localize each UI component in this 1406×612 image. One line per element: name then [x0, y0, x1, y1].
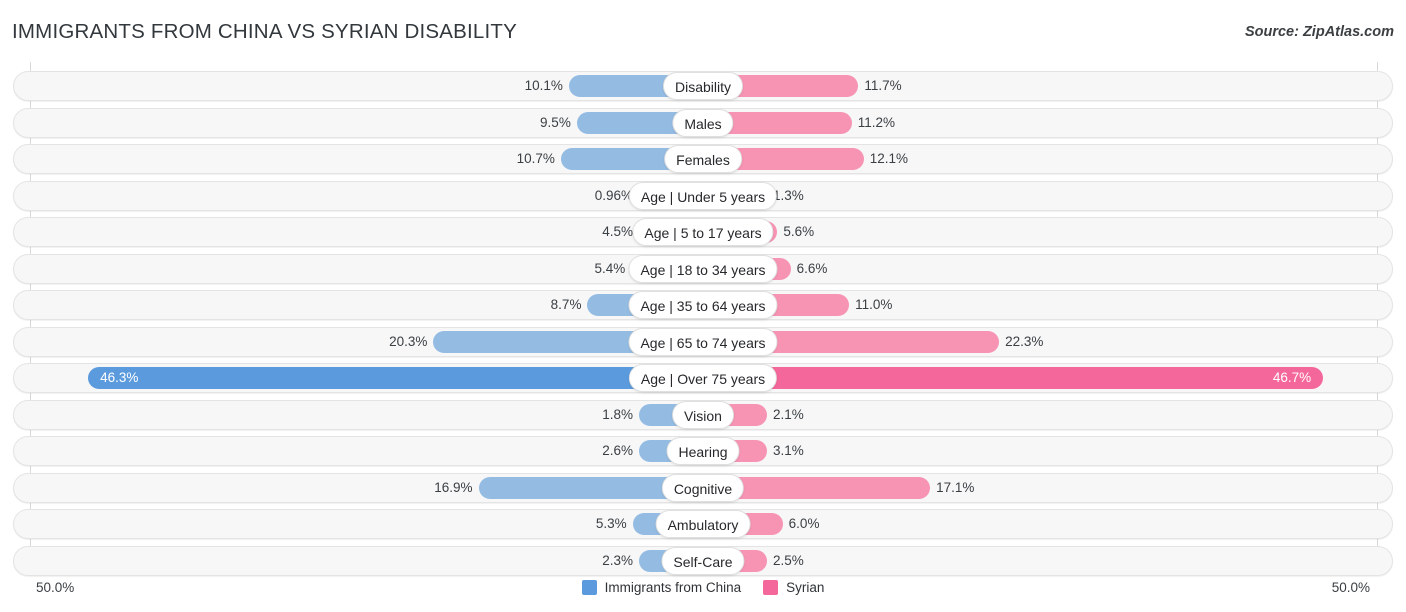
category-label-pill[interactable]: Age | 65 to 74 years — [628, 327, 778, 356]
value-label-china: 20.3% — [389, 333, 428, 349]
category-label-pill[interactable]: Age | Under 5 years — [628, 181, 778, 210]
value-label-china: 8.7% — [550, 297, 582, 312]
value-label-syrian: 6.6% — [796, 260, 828, 276]
category-label-pill[interactable]: Males — [672, 108, 734, 137]
category-label-pill[interactable]: Females — [664, 145, 742, 173]
source-attribution: Source: ZipAtlas.com — [1244, 24, 1394, 40]
category-label-pill[interactable]: Age | 35 to 64 years — [628, 291, 778, 319]
legend-item-china[interactable]: Immigrants from China — [581, 580, 742, 595]
chart-row: 16.9% 17.1% Cognitive — [13, 472, 1393, 503]
square-swatch-icon — [581, 580, 597, 595]
chart-row: 0.96% 1.3% Age | Under 5 years — [13, 180, 1393, 211]
value-label-syrian: 17.1% — [936, 479, 975, 495]
value-label-syrian: 2.1% — [773, 406, 804, 422]
page-title: IMMIGRANTS FROM CHINA VS SYRIAN DISABILI… — [12, 20, 518, 43]
value-label-syrian: 6.0% — [788, 516, 820, 531]
chart-footer: 50.0% 50.0% Immigrants from China Syrian — [0, 572, 1406, 612]
legend-label-china: Immigrants from China — [604, 580, 742, 595]
chart-row: 2.6% 3.1% Hearing — [13, 436, 1393, 466]
chart-row: 9.5% 11.2% Males — [13, 107, 1393, 138]
value-label-syrian: 2.5% — [773, 552, 804, 568]
chart-page: IMMIGRANTS FROM CHINA VS SYRIAN DISABILI… — [0, 0, 1406, 612]
value-label-china: 4.5% — [602, 224, 633, 239]
value-label-china: 0.96% — [594, 187, 633, 203]
chart-row: 10.1% 11.7% Disability — [13, 71, 1393, 101]
chart-row: 2.3% 2.5% Self-Care — [13, 545, 1393, 576]
value-label-china: 5.4% — [594, 260, 626, 276]
value-label-syrian: 11.7% — [864, 78, 902, 93]
category-label-pill[interactable]: Ambulatory — [655, 510, 751, 538]
value-label-china: 16.9% — [434, 479, 473, 495]
value-label-syrian: 11.0% — [855, 297, 893, 312]
value-label-syrian: 3.1% — [773, 443, 804, 458]
category-label-pill[interactable]: Age | 18 to 34 years — [628, 254, 778, 283]
chart-row: 5.4% 6.6% Age | 18 to 34 years — [13, 253, 1393, 284]
value-label-syrian: 12.1% — [869, 151, 908, 166]
value-label-china: 1.8% — [602, 406, 633, 422]
category-label-pill[interactable]: Cognitive — [661, 473, 745, 502]
chart-plot-area: 10.1% 11.7% Disability 9.5% 11.2% Males 10.7% 1… — [0, 62, 1406, 576]
square-swatch-icon — [763, 580, 779, 595]
value-label-syrian: 11.2% — [857, 114, 896, 130]
value-label-syrian: 5.6% — [783, 224, 815, 239]
value-label-china: 9.5% — [540, 114, 571, 130]
chart-legend: Immigrants from China Syrian — [0, 580, 1406, 595]
category-label-pill[interactable]: Self-Care — [661, 546, 745, 575]
chart-row: 10.7% 12.1% Females — [13, 144, 1393, 174]
value-label-china: 10.7% — [516, 151, 555, 166]
category-label-pill[interactable]: Disability — [662, 72, 744, 100]
chart-row: 5.3% 6.0% Ambulatory — [13, 509, 1393, 539]
category-label-pill[interactable]: Age | 5 to 17 years — [632, 218, 774, 246]
category-label-pill[interactable]: Vision — [672, 400, 734, 429]
category-label-pill[interactable]: Hearing — [666, 437, 740, 465]
value-label-syrian: 1.3% — [773, 187, 804, 203]
value-label-china: 2.6% — [602, 443, 633, 458]
legend-label-syrian: Syrian — [786, 580, 825, 595]
category-label-pill[interactable]: Age | Over 75 years — [628, 364, 778, 392]
legend-item-syrian[interactable]: Syrian — [763, 580, 824, 595]
value-label-china: 2.3% — [602, 552, 633, 568]
chart-row: 8.7% 11.0% Age | 35 to 64 years — [13, 290, 1393, 320]
chart-row: 1.8% 2.1% Vision — [13, 399, 1393, 430]
value-label-china: 5.3% — [595, 516, 627, 531]
value-label-syrian: 22.3% — [1005, 333, 1044, 349]
chart-row: 46.3% 46.7% Age | Over 75 years — [13, 363, 1393, 393]
value-label-china: 10.1% — [524, 78, 563, 93]
chart-row: 20.3% 22.3% Age | 65 to 74 years — [13, 326, 1393, 357]
chart-row: 4.5% 5.6% Age | 5 to 17 years — [13, 217, 1393, 247]
